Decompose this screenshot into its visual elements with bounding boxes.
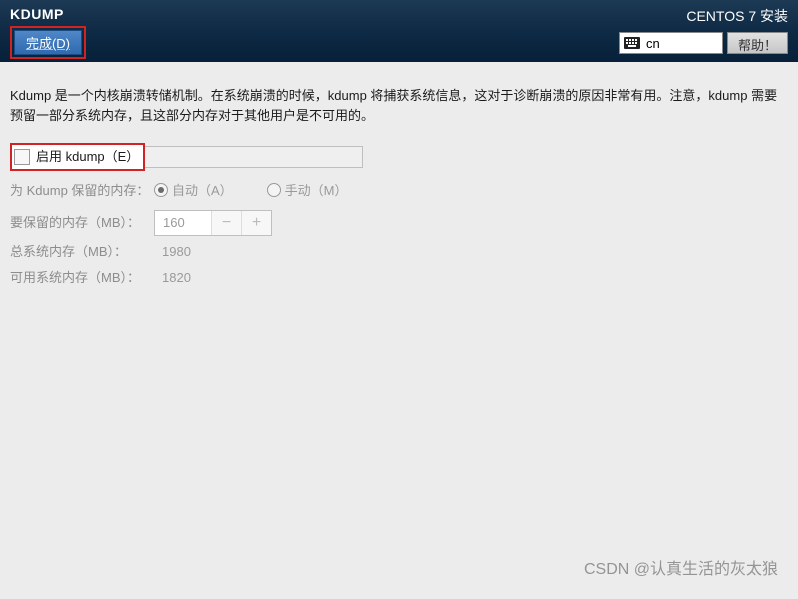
enable-kdump-highlight: 启用 kdump（E） [10, 143, 145, 171]
kdump-description: Kdump 是一个内核崩溃转储机制。在系统崩溃的时候，kdump 将捕获系统信息… [10, 86, 788, 125]
help-button[interactable]: 帮助！ [727, 32, 788, 54]
radio-manual-label: 手动（M） [285, 181, 348, 201]
radio-manual[interactable] [267, 183, 281, 197]
done-button[interactable]: 完成(D) [14, 30, 82, 55]
reserve-mb-label: 要保留的内存（MB）： [10, 213, 150, 233]
radio-auto-label: 自动（A） [172, 181, 233, 201]
install-title: CENTOS 7 安装 [686, 6, 788, 26]
keyboard-layout-value: cn [646, 36, 660, 51]
keyboard-icon [624, 37, 640, 49]
enable-kdump-field [145, 146, 363, 168]
watermark: CSDN @认真生活的灰太狼 [584, 555, 778, 579]
enable-kdump-checkbox[interactable] [14, 149, 30, 165]
radio-auto[interactable] [154, 183, 168, 197]
done-button-highlight: 完成(D) [10, 26, 86, 59]
total-mem-label: 总系统内存（MB）： [10, 242, 150, 262]
stepper-minus-button[interactable]: − [211, 211, 241, 235]
content-area: Kdump 是一个内核崩溃转储机制。在系统崩溃的时候，kdump 将捕获系统信息… [0, 62, 798, 297]
reserve-mode-label: 为 Kdump 保留的内存： [10, 181, 150, 201]
enable-kdump-label: 启用 kdump（E） [36, 147, 139, 167]
avail-mem-value: 1820 [162, 268, 191, 288]
avail-mem-label: 可用系统内存（MB）： [10, 268, 150, 288]
total-mem-value: 1980 [162, 242, 191, 262]
page-title: KDUMP [10, 6, 86, 22]
header-bar: KDUMP 完成(D) CENTOS 7 安装 cn 帮助！ [0, 0, 798, 62]
keyboard-layout-selector[interactable]: cn [619, 32, 723, 54]
reserve-mb-stepper[interactable]: 160 − + [154, 210, 272, 236]
reserve-mb-value: 160 [155, 211, 211, 235]
stepper-plus-button[interactable]: + [241, 211, 271, 235]
